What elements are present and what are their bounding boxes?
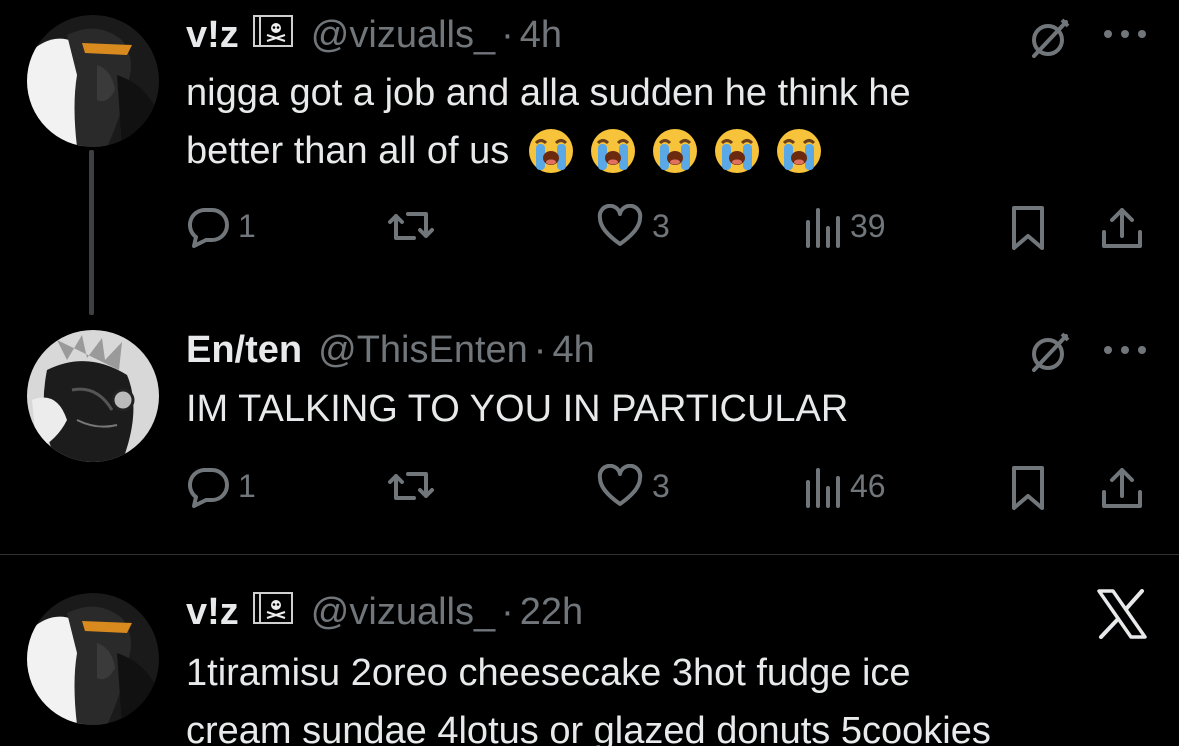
avatar-image-icon	[27, 330, 159, 462]
like-button[interactable]: 3	[596, 204, 670, 248]
avatar-image-icon	[27, 15, 159, 147]
heart-icon	[597, 464, 643, 506]
tweet-2[interactable]: En/ten @ThisEnten · 4h IM TALKING TO YOU…	[0, 300, 1179, 554]
tweet-text-line-1: 1tiramisu 2oreo cheesecake 3hot fudge ic…	[186, 652, 911, 694]
tweet-header: v!z @vizualls_ · 22h	[186, 589, 583, 635]
avatar[interactable]	[27, 593, 159, 725]
timestamp[interactable]: 4h	[552, 329, 594, 372]
emoji-row	[527, 127, 823, 175]
pirate-flag-icon	[252, 591, 293, 634]
bookmark-button[interactable]	[1008, 204, 1048, 252]
avatar[interactable]	[27, 15, 159, 147]
display-name[interactable]: v!z	[186, 591, 239, 634]
reply-icon	[188, 468, 229, 508]
more-icon[interactable]	[1102, 342, 1148, 358]
action-bar: 1 3 46	[186, 464, 1146, 514]
avatar[interactable]	[27, 330, 159, 462]
loudly-crying-face-icon	[715, 129, 760, 173]
like-count: 3	[652, 207, 670, 244]
share-icon	[1102, 208, 1142, 248]
views-button[interactable]: 39	[802, 204, 886, 248]
handle[interactable]: @vizualls_	[311, 14, 495, 57]
display-name[interactable]: v!z	[186, 14, 239, 57]
avatar-image-icon	[27, 593, 159, 725]
separator-dot: ·	[501, 13, 514, 56]
views-icon	[806, 468, 840, 508]
reply-button[interactable]: 1	[186, 464, 256, 508]
tweet-text: nigga got a job and alla sudden he think…	[186, 64, 911, 180]
tweet-text-line-1: nigga got a job and alla sudden he think…	[186, 72, 911, 114]
x-logo-icon[interactable]	[1096, 589, 1148, 639]
retweet-button[interactable]	[386, 464, 444, 508]
view-count: 39	[850, 207, 886, 244]
tweet-3[interactable]: v!z @vizualls_ · 22h 1tiramisu 2oreo che…	[0, 555, 1179, 746]
tweet-1[interactable]: v!z @vizualls_ · 4h nigga got a job and …	[0, 0, 1179, 313]
share-button[interactable]	[1100, 464, 1144, 512]
share-button[interactable]	[1100, 204, 1144, 252]
like-count: 3	[652, 467, 670, 504]
views-button[interactable]: 46	[802, 464, 886, 508]
loudly-crying-face-icon	[591, 129, 636, 173]
action-bar: 1 3 39	[186, 204, 1146, 254]
views-icon	[806, 208, 840, 248]
more-icon[interactable]	[1102, 26, 1148, 42]
handle[interactable]: @vizualls_	[311, 591, 495, 634]
separator-dot: ·	[501, 590, 514, 633]
reply-button[interactable]: 1	[186, 204, 256, 248]
reply-count: 1	[238, 207, 256, 244]
loudly-crying-face-icon	[529, 129, 574, 173]
like-button[interactable]: 3	[596, 464, 670, 508]
retweet-icon	[388, 472, 434, 500]
bookmark-icon	[1012, 466, 1044, 510]
share-icon	[1102, 468, 1142, 508]
retweet-button[interactable]	[386, 204, 444, 248]
handle[interactable]: @ThisEnten	[318, 329, 528, 372]
reply-icon	[188, 208, 229, 248]
bookmark-button[interactable]	[1008, 464, 1048, 512]
reply-count: 1	[238, 467, 256, 504]
separator-dot: ·	[533, 328, 547, 371]
bookmark-icon	[1012, 206, 1044, 250]
heart-icon	[597, 204, 643, 246]
grok-icon[interactable]	[1026, 328, 1074, 376]
tweet-text-line-1: IM TALKING TO YOU IN PARTICULAR	[186, 388, 849, 430]
retweet-icon	[388, 212, 434, 240]
tweet-text: 1tiramisu 2oreo cheesecake 3hot fudge ic…	[186, 644, 991, 746]
display-name[interactable]: En/ten	[186, 329, 302, 372]
tweet-header: v!z @vizualls_ · 4h	[186, 12, 562, 58]
tweet-text-line-2: cream sundae 4lotus or glazed donuts 5co…	[186, 710, 991, 746]
view-count: 46	[850, 467, 886, 504]
tweet-header: En/ten @ThisEnten · 4h	[186, 327, 595, 373]
timestamp[interactable]: 4h	[520, 14, 562, 57]
tweet-text-line-2: better than all of us	[186, 130, 510, 172]
pirate-flag-icon	[252, 14, 293, 57]
thread-line-top	[89, 300, 94, 315]
loudly-crying-face-icon	[777, 129, 822, 173]
thread-line	[89, 150, 94, 313]
timestamp[interactable]: 22h	[520, 591, 583, 634]
loudly-crying-face-icon	[653, 129, 698, 173]
tweet-text: IM TALKING TO YOU IN PARTICULAR	[186, 380, 848, 438]
grok-icon[interactable]	[1026, 14, 1074, 62]
